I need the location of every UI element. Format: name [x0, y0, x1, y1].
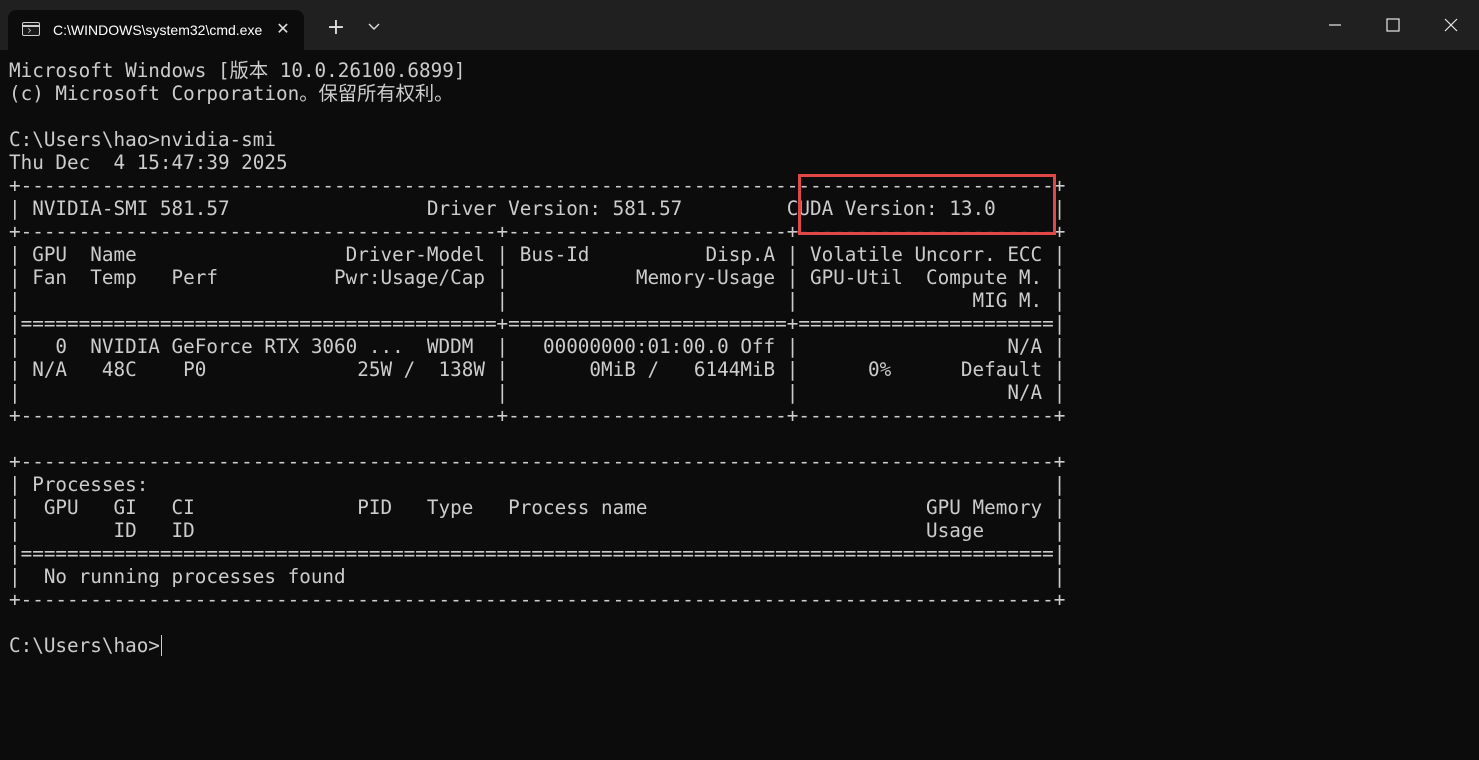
- close-window-button[interactable]: [1422, 0, 1479, 50]
- console-line: | No running processes found |: [9, 565, 1066, 588]
- close-icon: [1444, 18, 1458, 32]
- tab-cmd[interactable]: C:\WINDOWS\system32\cmd.exe ✕: [8, 10, 304, 50]
- minimize-button[interactable]: [1306, 0, 1364, 50]
- maximize-button[interactable]: [1364, 0, 1422, 50]
- tab-title: C:\WINDOWS\system32\cmd.exe: [53, 22, 263, 38]
- prompt-text: C:\Users\hao>: [9, 634, 160, 657]
- console-line: | | | N/A |: [9, 381, 1066, 404]
- console-line: +---------------------------------------…: [9, 220, 1066, 243]
- cuda-version-highlight: [798, 174, 1056, 235]
- title-bar[interactable]: C:\WINDOWS\system32\cmd.exe ✕ +: [0, 0, 1479, 50]
- console-line: (c) Microsoft Corporation。保留所有权利。: [9, 82, 454, 105]
- maximize-icon: [1386, 18, 1400, 32]
- console-line: +---------------------------------------…: [9, 174, 1066, 197]
- console-line: C:\Users\hao>nvidia-smi: [9, 128, 276, 151]
- console-line: Microsoft Windows [版本 10.0.26100.6899]: [9, 59, 466, 82]
- console-line: | NVIDIA-SMI 581.57 Driver Version: 581.…: [9, 197, 1066, 220]
- console-line: | Processes: |: [9, 473, 1066, 496]
- console-line: | ID ID Usage |: [9, 519, 1066, 542]
- console-line: |=======================================…: [9, 312, 1066, 335]
- console-line: Thu Dec 4 15:47:39 2025: [9, 151, 288, 174]
- console-line: | GPU Name Driver-Model | Bus-Id Disp.A …: [9, 243, 1066, 266]
- close-icon[interactable]: ✕: [272, 18, 294, 40]
- prompt-line[interactable]: C:\Users\hao>: [0, 634, 1479, 657]
- console-line: | | | MIG M. |: [9, 289, 1066, 312]
- console-line: | Fan Temp Perf Pwr:Usage/Cap | Memory-U…: [9, 266, 1066, 289]
- console-line: | 0 NVIDIA GeForce RTX 3060 ... WDDM | 0…: [9, 335, 1066, 358]
- console-line: +---------------------------------------…: [9, 450, 1066, 473]
- console-line: +---------------------------------------…: [9, 404, 1066, 427]
- console-line: | GPU GI CI PID Type Process name GPU Me…: [9, 496, 1066, 519]
- chevron-down-icon[interactable]: [360, 14, 388, 42]
- console-line: |=======================================…: [9, 542, 1066, 565]
- terminal-icon: [22, 22, 40, 36]
- terminal-window: C:\WINDOWS\system32\cmd.exe ✕ + Microsof…: [0, 0, 1479, 760]
- console-output[interactable]: Microsoft Windows [版本 10.0.26100.6899] (…: [0, 59, 1479, 760]
- console-line: +---------------------------------------…: [9, 588, 1066, 611]
- console-line: | N/A 48C P0 25W / 138W | 0MiB / 6144MiB…: [9, 358, 1066, 381]
- plus-icon[interactable]: +: [322, 14, 350, 42]
- minimize-icon: [1329, 24, 1341, 26]
- text-cursor: [160, 635, 163, 656]
